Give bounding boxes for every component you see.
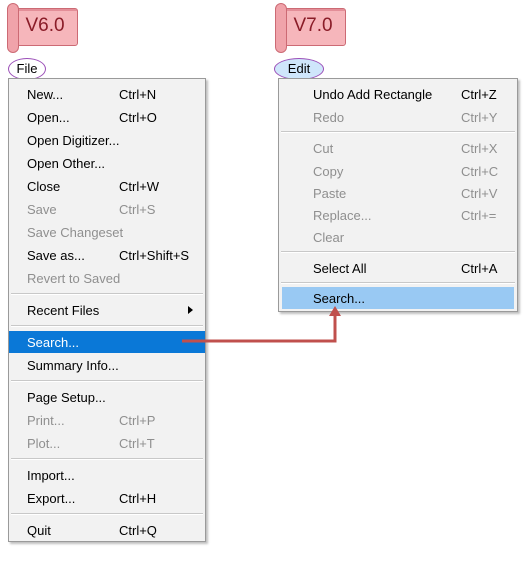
menu-item-quit[interactable]: Quit Ctrl+Q: [9, 519, 205, 541]
version-banner-v6: V6.0: [7, 3, 78, 53]
menu-item-search[interactable]: Search...: [282, 287, 514, 309]
version-banner-v7: V7.0: [275, 3, 346, 53]
menu-item-revert[interactable]: Revert to Saved: [9, 267, 205, 289]
menu-item-clear[interactable]: Clear: [279, 226, 517, 248]
menu-edit[interactable]: Edit: [274, 58, 324, 80]
menu-item-save-changeset[interactable]: Save Changeset: [9, 221, 205, 243]
menu-separator: [281, 251, 515, 253]
menu-item-copy[interactable]: Copy Ctrl+C: [279, 160, 517, 182]
menu-item-undo[interactable]: Undo Add Rectangle Ctrl+Z: [279, 83, 517, 105]
menu-item-replace[interactable]: Replace... Ctrl+=: [279, 204, 517, 226]
menu-item-recent-files[interactable]: Recent Files: [9, 299, 205, 321]
menu-item-print[interactable]: Print... Ctrl+P: [9, 409, 205, 431]
menu-separator: [11, 293, 203, 295]
menu-item-save-as[interactable]: Save as... Ctrl+Shift+S: [9, 244, 205, 266]
menu-item-import[interactable]: Import...: [9, 464, 205, 486]
menu-item-open-other[interactable]: Open Other...: [9, 152, 205, 174]
menu-item-open-digitizer[interactable]: Open Digitizer...: [9, 129, 205, 151]
menu-item-search[interactable]: Search...: [9, 331, 205, 353]
menu-separator: [11, 380, 203, 382]
menu-item-new[interactable]: New... Ctrl+N: [9, 83, 205, 105]
menu-separator: [281, 131, 515, 133]
menu-item-close[interactable]: Close Ctrl+W: [9, 175, 205, 197]
menu-item-save[interactable]: Save Ctrl+S: [9, 198, 205, 220]
menu-separator: [281, 282, 515, 284]
submenu-arrow-icon: [188, 306, 193, 314]
menu-item-select-all[interactable]: Select All Ctrl+A: [279, 257, 517, 279]
edit-menu: Undo Add Rectangle Ctrl+Z Redo Ctrl+Y Cu…: [278, 78, 518, 312]
file-menu: New... Ctrl+N Open... Ctrl+O Open Digiti…: [8, 78, 206, 542]
menu-separator: [11, 458, 203, 460]
menu-item-redo[interactable]: Redo Ctrl+Y: [279, 106, 517, 128]
menu-separator: [11, 513, 203, 515]
menu-separator: [11, 325, 203, 327]
banner-label: V6.0: [25, 15, 65, 36]
menu-item-open[interactable]: Open... Ctrl+O: [9, 106, 205, 128]
menu-file[interactable]: File: [8, 58, 46, 80]
menu-item-plot[interactable]: Plot... Ctrl+T: [9, 432, 205, 454]
menu-item-page-setup[interactable]: Page Setup...: [9, 386, 205, 408]
menu-edit-label: Edit: [287, 61, 311, 76]
menu-item-export[interactable]: Export... Ctrl+H: [9, 487, 205, 509]
menu-item-paste[interactable]: Paste Ctrl+V: [279, 182, 517, 204]
banner-label: V7.0: [293, 15, 333, 36]
menu-file-label: File: [16, 61, 38, 76]
menu-item-summary-info[interactable]: Summary Info...: [9, 354, 205, 376]
menu-item-cut[interactable]: Cut Ctrl+X: [279, 137, 517, 159]
